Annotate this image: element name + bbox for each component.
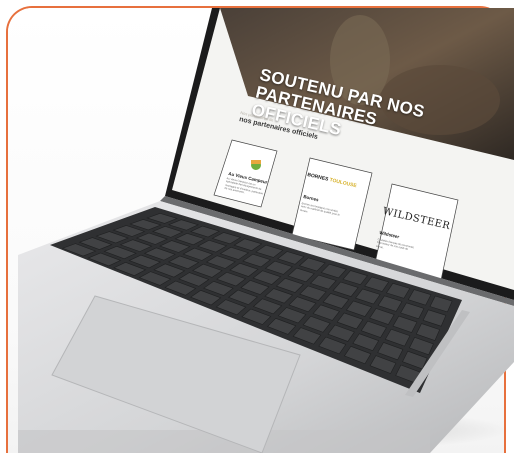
laptop-illustration — [18, 8, 514, 453]
